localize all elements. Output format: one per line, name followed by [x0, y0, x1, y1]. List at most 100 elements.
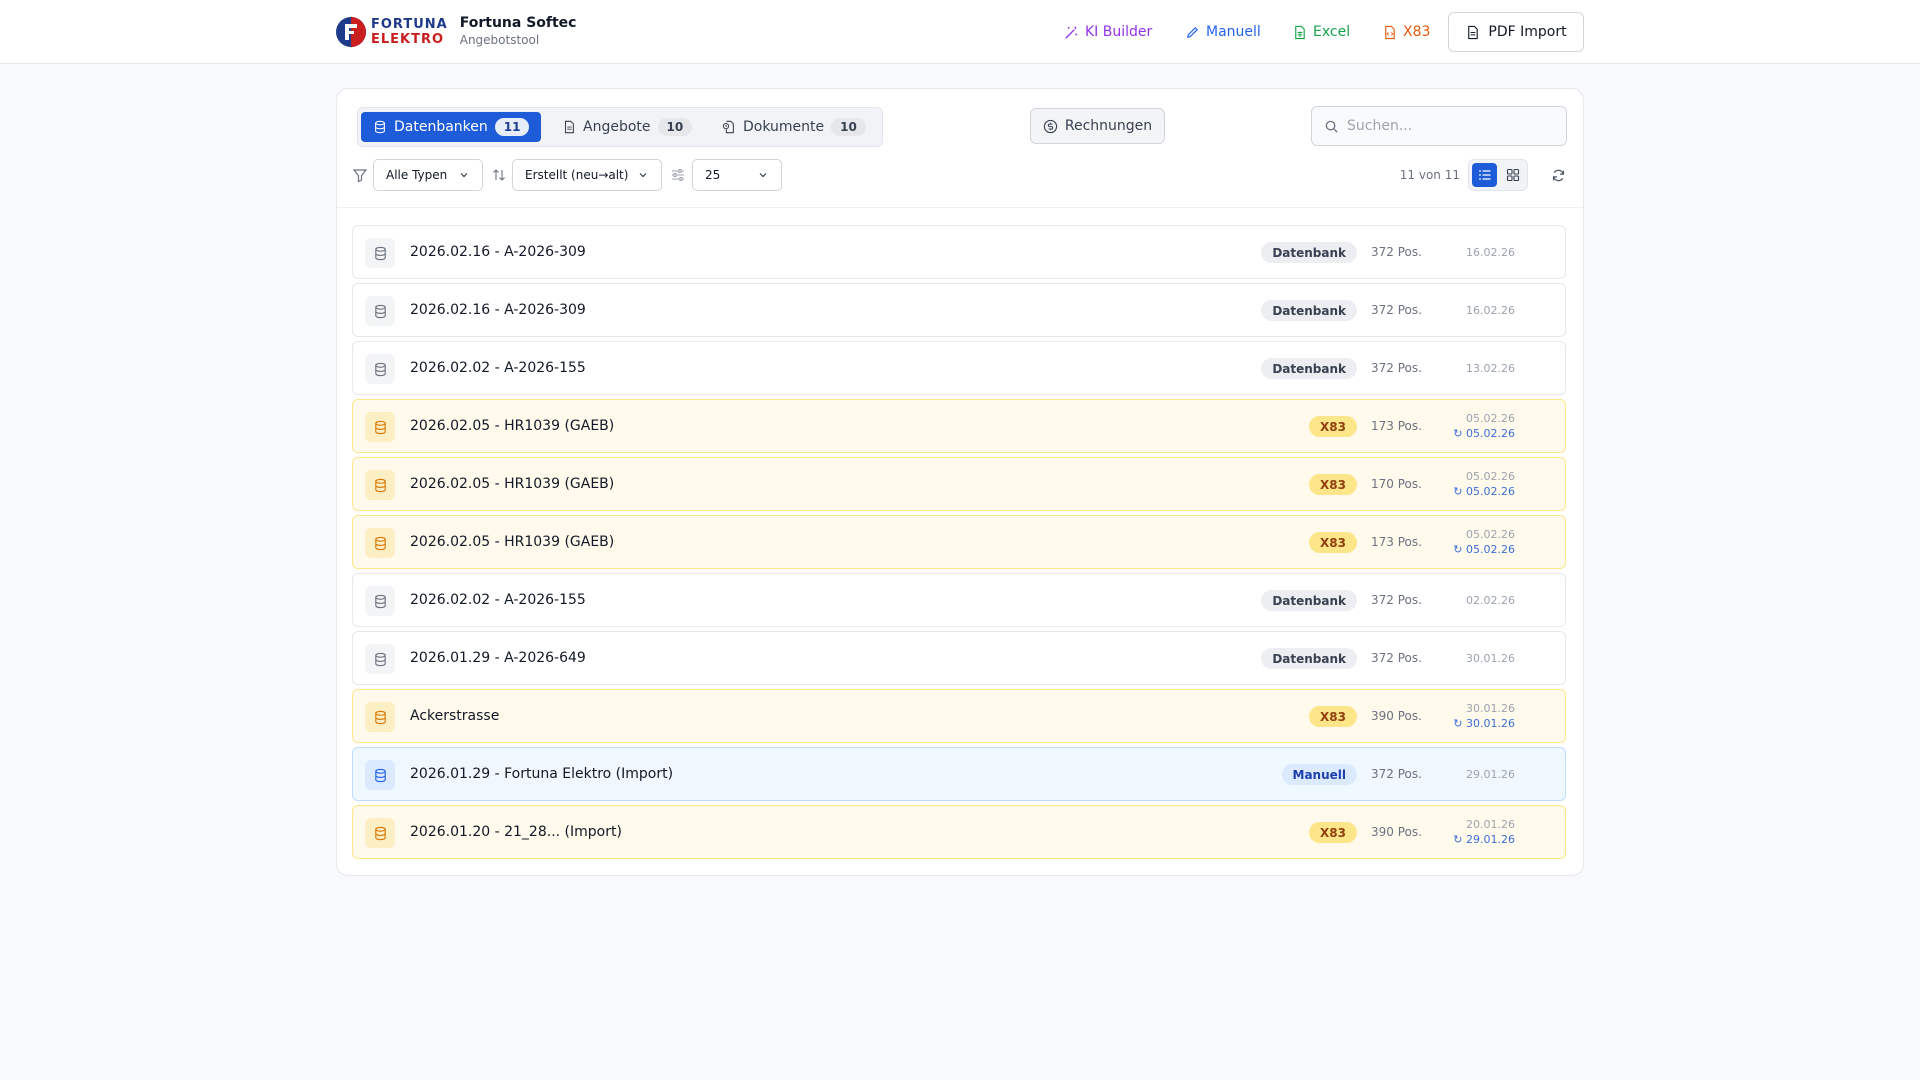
document-icon: [1468, 25, 1479, 39]
spreadsheet-file-icon: [1295, 25, 1305, 39]
dollar-circle-icon: [1043, 119, 1058, 133]
list-item-dates: 16.02.26: [1466, 284, 1515, 336]
search-box[interactable]: [1311, 106, 1567, 146]
type-filter-select[interactable]: Alle Typen: [373, 159, 483, 191]
created-date: 02.02.26: [1466, 593, 1515, 607]
nav-x83-link[interactable]: X83: [1382, 12, 1430, 52]
position-count: 372 Pos.: [1371, 651, 1422, 665]
grid-icon: [1506, 168, 1519, 182]
created-date: 30.01.26: [1466, 651, 1515, 665]
nav-ki-builder-link[interactable]: KI Builder: [1064, 12, 1152, 52]
database-icon: [365, 528, 395, 558]
position-count: 170 Pos.: [1371, 477, 1422, 491]
nav-manuell-label: Manuell: [1206, 24, 1261, 40]
grid-view-button[interactable]: [1500, 163, 1525, 187]
list-item[interactable]: 2026.02.16 - A-2026-309 Datenbank 372 Pos.…: [352, 283, 1566, 337]
app-subtitle: Angebotstool: [459, 33, 540, 47]
updated-date: ↻ 29.01.26: [1453, 833, 1515, 846]
database-icon: [365, 760, 395, 790]
tab-angebote-count: 10: [657, 118, 693, 136]
created-date: 05.02.26: [1466, 470, 1515, 483]
created-date: 29.01.26: [1466, 767, 1515, 781]
database-icon: [365, 702, 395, 732]
nav-manuell-link[interactable]: Manuell: [1185, 12, 1261, 52]
list-item[interactable]: 2026.01.29 - Fortuna Elektro (Import) Man…: [352, 747, 1566, 801]
tab-datenbanken[interactable]: Datenbanken 11: [361, 112, 542, 142]
code-file-icon: [1385, 25, 1395, 39]
sort-select[interactable]: Erstellt (neu→alt): [512, 159, 662, 191]
type-badge: Datenbank: [1261, 590, 1357, 611]
list-item-title: 2026.02.05 - HR1039 (GAEB): [410, 476, 615, 492]
list-item[interactable]: 2026.01.20 - 21_28... (Import) X83 390 Pos…: [352, 805, 1566, 859]
pdf-import-button[interactable]: PDF Import: [1448, 12, 1584, 52]
type-filter-value: Alle Typen: [386, 168, 448, 182]
tab-angebote[interactable]: Angebote 10: [550, 112, 704, 142]
nav-ki-builder-label: KI Builder: [1085, 24, 1153, 40]
list-item-dates: 05.02.26 ↻ 05.02.26: [1453, 516, 1515, 568]
type-badge: X83: [1309, 532, 1357, 553]
database-icon: [365, 644, 395, 674]
document-icon: [564, 120, 574, 134]
position-count: 390 Pos.: [1371, 709, 1422, 723]
updated-date: ↻ 05.02.26: [1453, 427, 1515, 440]
refresh-button[interactable]: [1546, 163, 1570, 187]
updated-date: ↻ 30.01.26: [1453, 717, 1515, 730]
updated-date: ↻ 05.02.26: [1453, 543, 1515, 556]
created-date: 16.02.26: [1466, 303, 1515, 317]
position-count: 372 Pos.: [1371, 245, 1422, 259]
main-card: Datenbanken 11 Angebote 10 Dokumente 10 …: [336, 88, 1584, 876]
divider: [337, 207, 1583, 208]
tab-angebote-label: Angebote: [583, 119, 651, 135]
type-badge: X83: [1309, 416, 1357, 437]
list-item-title: Ackerstrasse: [410, 708, 500, 724]
app-name: Fortuna Softec Angebotstool: [460, 15, 577, 49]
list-item[interactable]: 2026.02.05 - HR1039 (GAEB) X83 170 Pos. 05.…: [352, 457, 1566, 511]
logo-line-1: FORTUNA: [371, 17, 448, 32]
created-date: 05.02.26: [1466, 412, 1515, 425]
type-badge: X83: [1309, 706, 1357, 727]
logo-wordmark: FORTUNA ELEKTRO: [371, 17, 448, 47]
type-badge: Datenbank: [1261, 300, 1357, 321]
list-item-dates: 16.02.26: [1466, 226, 1515, 278]
list-item[interactable]: 2026.02.05 - HR1039 (GAEB) X83 173 Pos. 05.…: [352, 515, 1566, 569]
list-item-title: 2026.02.16 - A-2026-309: [410, 244, 586, 260]
tab-datenbanken-label: Datenbanken: [394, 119, 488, 135]
tab-datenbanken-count: 11: [494, 118, 530, 136]
database-icon: [375, 120, 385, 134]
tab-dokumente-label: Dokumente: [743, 119, 825, 135]
type-badge: X83: [1309, 474, 1357, 495]
list-item-dates: 05.02.26 ↻ 05.02.26: [1453, 458, 1515, 510]
rechnungen-button[interactable]: Rechnungen: [1030, 108, 1165, 144]
tab-bar: Datenbanken 11 Angebote 10 Dokumente 10: [357, 107, 883, 147]
type-badge: Manuell: [1281, 764, 1357, 785]
position-count: 390 Pos.: [1371, 825, 1422, 839]
position-count: 173 Pos.: [1371, 535, 1422, 549]
chevron-down-icon: [759, 173, 767, 178]
created-date: 16.02.26: [1466, 245, 1515, 259]
search-icon: [1325, 120, 1338, 133]
app-title: Fortuna Softec: [459, 15, 577, 31]
created-date: 20.01.26: [1466, 818, 1515, 831]
sort-value: Erstellt (neu→alt): [525, 168, 629, 182]
list-item[interactable]: 2026.02.16 - A-2026-309 Datenbank 372 Pos.…: [352, 225, 1566, 279]
pdf-import-label: PDF Import: [1488, 24, 1567, 40]
list-item[interactable]: 2026.01.29 - A-2026-649 Datenbank 372 Pos.…: [352, 631, 1566, 685]
list-item[interactable]: 2026.02.05 - HR1039 (GAEB) X83 173 Pos. 05.…: [352, 399, 1566, 453]
magic-wand-icon: [1065, 25, 1078, 39]
list-item[interactable]: 2026.02.02 - A-2026-155 Datenbank 372 Pos.…: [352, 341, 1566, 395]
search-input[interactable]: [1347, 118, 1547, 134]
file-history-icon: [722, 120, 734, 134]
list-item[interactable]: 2026.02.02 - A-2026-155 Datenbank 372 Pos.…: [352, 573, 1566, 627]
database-icon: [365, 238, 395, 268]
brand[interactable]: FORTUNA ELEKTRO Fortuna Softec Angebotst…: [335, 13, 576, 51]
list-view-button[interactable]: [1472, 163, 1497, 187]
nav-excel-link[interactable]: Excel: [1292, 12, 1350, 52]
list-item[interactable]: Ackerstrasse X83 390 Pos. 30.01.26 ↻ 30.01.2…: [352, 689, 1566, 743]
nav-excel-label: Excel: [1313, 24, 1351, 40]
sliders-icon: [672, 169, 684, 181]
result-count: 11 von 11: [1399, 168, 1460, 182]
list-item-dates: 13.02.26: [1466, 342, 1515, 394]
filter-bar: Alle Typen Erstellt (neu→alt) 25 11 von …: [352, 159, 1570, 191]
page-size-select[interactable]: 25: [692, 159, 782, 191]
tab-dokumente[interactable]: Dokumente 10: [710, 112, 878, 142]
